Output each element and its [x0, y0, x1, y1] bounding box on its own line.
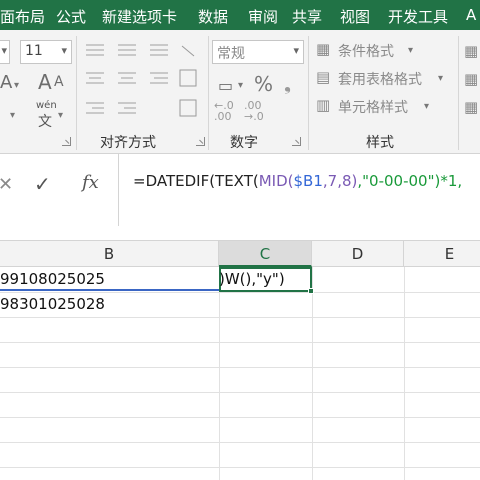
cell-c1-edit-text: )W(),"y") — [219, 270, 285, 288]
column-header-e[interactable]: E — [404, 241, 480, 267]
gridline — [0, 292, 480, 293]
tab-developer[interactable]: 开发工具 — [388, 6, 448, 27]
cell-style-label: 单元格样式 — [338, 100, 408, 116]
formula-bar: ✕ ✓ fx =DATEDIF(TEXT(MID($B1,7,8),"0-00-… — [0, 154, 480, 226]
gridline — [312, 267, 313, 480]
table-format-icon: ▤ — [316, 68, 331, 86]
chevron-down-icon[interactable]: ▾ — [58, 110, 63, 121]
formula-cell-reference: $B1 — [293, 172, 323, 190]
gridline — [404, 267, 405, 480]
increase-font-icon[interactable]: A — [38, 70, 52, 94]
ribbon-tab-bar: 面布局 公式 新建选项卡 数据 审阅 共享 视图 开发工具 A — [0, 0, 480, 30]
chevron-down-icon[interactable]: ▾ — [238, 80, 243, 91]
gridline — [0, 367, 480, 368]
font-size-value: 11 — [25, 43, 43, 59]
group-label-number: 数字 — [230, 135, 258, 151]
insert-function-icon[interactable]: fx — [82, 172, 99, 193]
phonetic-char: 文 — [38, 114, 52, 130]
tab-review[interactable]: 审阅 — [248, 6, 278, 27]
table-format-button[interactable]: ▤ 套用表格格式 ▾ — [316, 68, 466, 90]
cell-b2[interactable]: 98301025028 — [0, 295, 105, 313]
format-cells-icon[interactable]: ▦ — [464, 98, 478, 116]
reference-highlight — [0, 289, 219, 291]
confirm-icon[interactable]: ✓ — [34, 172, 51, 196]
column-header-b[interactable]: B — [0, 241, 219, 267]
gridline — [219, 267, 220, 480]
chevron-down-icon: ▾ — [424, 101, 430, 112]
font-name-combo[interactable]: ▾ — [0, 40, 10, 64]
gridline — [0, 342, 480, 343]
group-label-alignment: 对齐方式 — [100, 135, 156, 151]
tab-page-layout[interactable]: 面布局 — [0, 6, 45, 27]
font-size-combo[interactable]: 11 ▾ — [20, 40, 72, 64]
conditional-format-label: 条件格式 — [338, 44, 394, 60]
gridline — [0, 392, 480, 393]
percent-icon[interactable]: % — [254, 72, 273, 96]
font-color-icon[interactable]: A — [0, 72, 12, 93]
alignment-buttons-icon[interactable] — [82, 42, 202, 130]
gridline — [0, 442, 480, 443]
fill-handle[interactable] — [308, 288, 314, 294]
cell-style-button[interactable]: ▥ 单元格样式 ▾ — [316, 96, 446, 118]
column-header-d[interactable]: D — [312, 241, 404, 267]
formula-text-rest: ,"0-00-00")*1, — [357, 172, 463, 190]
gridline — [0, 467, 480, 468]
gridline — [0, 317, 480, 318]
tab-overflow[interactable]: A — [466, 6, 476, 24]
tab-data[interactable]: 数据 — [198, 6, 228, 27]
insert-cells-icon[interactable]: ▦ — [464, 42, 478, 60]
accounting-format-icon[interactable]: ▭ — [218, 76, 233, 95]
table-format-label: 套用表格格式 — [338, 72, 422, 88]
chevron-down-icon[interactable]: ▾ — [14, 80, 19, 91]
conditional-format-button[interactable]: ▦ 条件格式 ▾ — [316, 40, 446, 62]
active-cell-c1[interactable]: )W(),"y") — [219, 267, 314, 294]
tab-formulas[interactable]: 公式 — [56, 6, 86, 27]
number-format-combo[interactable]: 常规 ▾ — [212, 40, 304, 64]
column-header-row: B C D E — [0, 240, 480, 267]
decrease-decimal-icon[interactable]: .00 →.0 — [244, 100, 264, 122]
conditional-format-icon: ▦ — [316, 40, 331, 58]
tab-new-tab[interactable]: 新建选项卡 — [102, 6, 177, 27]
group-divider — [76, 36, 77, 150]
increase-decimal-icon[interactable]: ←.0.00 — [214, 100, 234, 122]
tab-share[interactable]: 共享 — [292, 6, 322, 27]
comma-style-icon[interactable]: ❟ — [284, 74, 291, 95]
group-label-styles: 样式 — [366, 135, 394, 151]
column-header-c[interactable]: C — [219, 241, 312, 267]
formula-mid-args: ,7,8) — [322, 172, 358, 190]
cell-style-icon: ▥ — [316, 96, 331, 114]
formula-buttons: ✕ ✓ fx — [0, 166, 118, 214]
gridline — [0, 417, 480, 418]
chevron-down-icon: ▾ — [61, 44, 67, 57]
group-divider — [208, 36, 209, 150]
number-format-value: 常规 — [217, 46, 245, 62]
phonetic-pinyin: wén — [36, 100, 57, 111]
font-dialog-launcher-icon[interactable] — [62, 137, 71, 146]
cell-b1[interactable]: 99108025025 — [0, 270, 105, 288]
ribbon: ▾ 11 ▾ A ▾ A A ▾ wén 文 ▾ 对齐方式 常规 ▾ ▭ ▾ %… — [0, 30, 480, 154]
delete-cells-icon[interactable]: ▦ — [464, 70, 478, 88]
alignment-dialog-launcher-icon[interactable] — [196, 137, 205, 146]
chevron-down-icon: ▾ — [1, 44, 7, 57]
formula-input[interactable]: =DATEDIF(TEXT(MID($B1,7,8),"0-00-00")*1, — [118, 154, 480, 226]
formula-mid-function: MID( — [258, 172, 294, 190]
formula-text-start: =DATEDIF(TEXT( — [133, 172, 259, 190]
group-divider — [458, 36, 459, 150]
worksheet-grid[interactable]: 99108025025 98301025028 )W(),"y") — [0, 267, 480, 480]
number-dialog-launcher-icon[interactable] — [292, 137, 301, 146]
decrease-font-icon[interactable]: A — [54, 74, 64, 90]
chevron-down-icon: ▾ — [408, 45, 414, 56]
group-divider — [308, 36, 309, 150]
cancel-icon[interactable]: ✕ — [0, 174, 13, 195]
chevron-down-icon: ▾ — [438, 73, 444, 84]
tab-view[interactable]: 视图 — [340, 6, 370, 27]
chevron-down-icon: ▾ — [293, 44, 299, 57]
chevron-down-icon[interactable]: ▾ — [10, 110, 15, 121]
